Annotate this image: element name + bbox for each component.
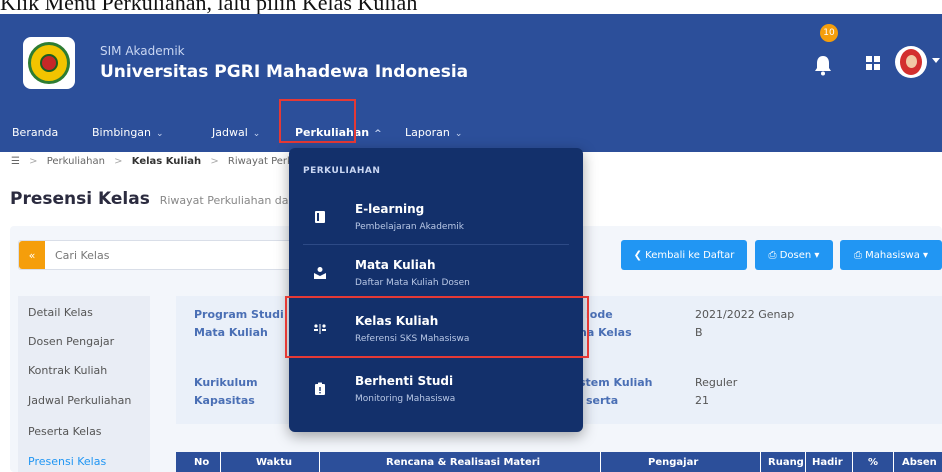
column-header[interactable]: Waktu <box>256 457 292 468</box>
chevron-up-icon: ^ <box>374 129 382 139</box>
app-title[interactable]: Universitas PGRI Mahadewa Indonesia <box>100 62 468 82</box>
menu-item-e-learning[interactable]: E-learning Pembelajaran Akademik <box>289 194 583 244</box>
column-header[interactable]: Ruang <box>768 457 804 468</box>
page-subtitle: Riwayat Perkuliahan dan <box>159 194 296 207</box>
chevron-down-icon: ⌄ <box>252 129 261 139</box>
teacher-icon <box>314 267 326 279</box>
breadcrumb-item[interactable]: Kelas Kuliah <box>132 156 201 167</box>
bell-icon[interactable] <box>814 54 832 76</box>
nav-label: Bimbingan <box>92 126 152 139</box>
dropdown-header: PERKULIAHAN <box>303 166 381 176</box>
program-studi-label: Program Studi <box>194 308 284 321</box>
sidebar-item-detail-kelas[interactable]: Detail Kelas <box>28 306 93 319</box>
column-header[interactable]: Absen <box>902 457 937 468</box>
menu-item-title: Mata Kuliah <box>355 258 436 272</box>
notification-badge: 10 <box>820 24 838 42</box>
page-title-text: Presensi Kelas <box>10 189 150 209</box>
sidebar-item-peserta-kelas[interactable]: Peserta Kelas <box>28 425 102 438</box>
search-placeholder: Cari Kelas <box>55 249 110 262</box>
collapse-button[interactable]: « <box>19 241 45 269</box>
breadcrumb: ☰ > Perkuliahan > Kelas Kuliah > Riwayat… <box>11 156 311 167</box>
nav-highlight-box <box>279 99 356 143</box>
nav-item-jadwal[interactable]: Jadwal ⌄ <box>212 126 260 139</box>
nama-kelas-value: B <box>695 326 703 339</box>
breadcrumb-item[interactable]: Perkuliahan <box>47 156 105 167</box>
page-title: Presensi Kelas Riwayat Perkuliahan dan <box>10 189 296 209</box>
dosen-print-button[interactable]: ⎙ Dosen ▾ <box>755 240 833 270</box>
dropdown-divider <box>303 244 569 245</box>
nav-item-beranda[interactable]: Beranda <box>12 126 58 139</box>
chevron-down-icon: ⌄ <box>454 129 463 139</box>
sidebar-item-dosen-pengajar[interactable]: Dosen Pengajar <box>28 335 114 348</box>
sidebar-item-presensi-kelas[interactable]: Presensi Kelas <box>28 455 106 468</box>
search-input[interactable]: « Cari Kelas <box>18 240 308 270</box>
menu-item-desc: Monitoring Mahasiswa <box>355 394 456 404</box>
back-to-list-button[interactable]: ❮ Kembali ke Daftar <box>621 240 747 270</box>
nav-item-laporan[interactable]: Laporan ⌄ <box>405 126 462 139</box>
sidebar-item-jadwal-perkuliahan[interactable]: Jadwal Perkuliahan <box>28 394 131 407</box>
apps-grid-icon[interactable] <box>866 56 880 70</box>
menu-item-desc: Daftar Mata Kuliah Dosen <box>355 278 470 288</box>
nav-label: Beranda <box>12 126 59 139</box>
column-header[interactable]: No <box>194 457 209 468</box>
menu-item-berhenti-studi[interactable]: Berhenti Studi Monitoring Mahasiswa <box>289 366 583 416</box>
attendance-table-header: No Waktu Rencana & Realisasi Materi Peng… <box>176 452 942 472</box>
sistem-kuliah-value: Reguler <box>695 376 738 389</box>
university-logo[interactable] <box>23 37 75 89</box>
breadcrumb-separator: > <box>29 156 38 167</box>
peserta-label: serta <box>586 394 619 407</box>
book-icon <box>315 211 325 223</box>
menu-item-mata-kuliah[interactable]: Mata Kuliah Daftar Mata Kuliah Dosen <box>289 250 583 300</box>
instruction-text: Klik Menu Perkuliahan, lalu pilih Kelas … <box>0 0 418 15</box>
perkuliahan-dropdown-menu: PERKULIAHAN E-learning Pembelajaran Akad… <box>289 148 583 432</box>
sistem-kuliah-label: stem Kuliah <box>579 376 653 389</box>
app-subtitle: SIM Akademik <box>100 44 185 58</box>
nav-item-bimbingan[interactable]: Bimbingan ⌄ <box>92 126 164 139</box>
mata-kuliah-label: Mata Kuliah <box>194 326 268 339</box>
nav-label: Laporan <box>405 126 450 139</box>
peserta-value: 21 <box>695 394 709 407</box>
kode-label: iode <box>586 308 613 321</box>
clipboard-icon <box>315 382 325 395</box>
column-header[interactable]: Rencana & Realisasi Materi <box>386 457 540 468</box>
kelas-kuliah-highlight-box <box>285 296 589 358</box>
mahasiswa-print-button[interactable]: ⎙ Mahasiswa ▾ <box>840 240 942 270</box>
breadcrumb-separator: > <box>210 156 219 167</box>
menu-item-title: Berhenti Studi <box>355 374 454 388</box>
chevron-down-icon: ⌄ <box>156 129 164 139</box>
nav-label: Jadwal <box>212 126 248 139</box>
menu-icon[interactable]: ☰ <box>11 156 20 167</box>
menu-item-desc: Pembelajaran Akademik <box>355 222 464 232</box>
sidebar-item-kontrak-kuliah[interactable]: Kontrak Kuliah <box>28 364 107 377</box>
app-header: SIM Akademik Universitas PGRI Mahadewa I… <box>0 14 942 152</box>
kapasitas-label: Kapasitas <box>194 394 255 407</box>
menu-item-title: E-learning <box>355 202 425 216</box>
breadcrumb-separator: > <box>114 156 123 167</box>
kode-value: 2021/2022 Genap <box>695 308 795 321</box>
column-header[interactable]: Hadir <box>812 457 843 468</box>
avatar[interactable] <box>895 46 927 78</box>
column-header[interactable]: Pengajar <box>648 457 698 468</box>
column-header[interactable]: % <box>868 457 878 468</box>
kurikulum-label: Kurikulum <box>194 376 258 389</box>
chevron-down-icon[interactable] <box>932 58 940 63</box>
sidebar: Detail Kelas Dosen Pengajar Kontrak Kuli… <box>18 296 150 472</box>
